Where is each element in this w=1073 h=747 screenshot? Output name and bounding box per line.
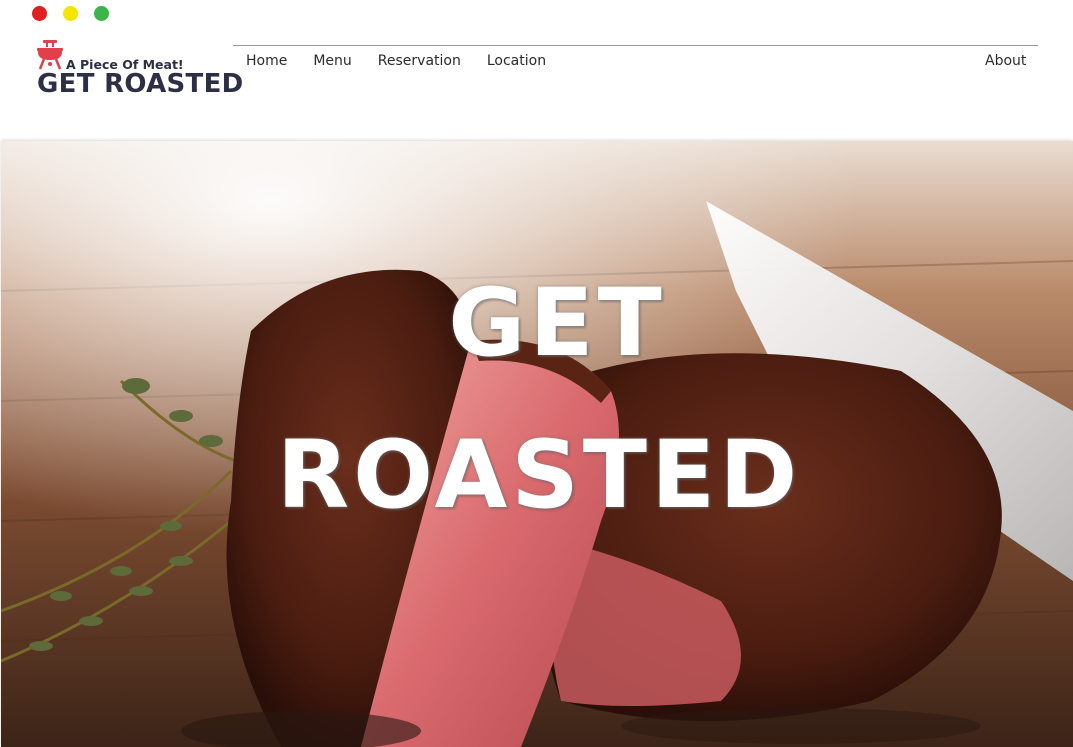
nav-about-link[interactable]: About [985, 53, 1026, 69]
hero-title-line1: GET [448, 269, 666, 378]
app-window: A Piece Of Meat! GET ROASTED Home Menu R… [0, 0, 1073, 747]
nav-divider [233, 45, 1038, 46]
grill-icon [37, 40, 63, 70]
nav-reservation-link[interactable]: Reservation [378, 53, 461, 69]
nav-menu-link[interactable]: Menu [313, 53, 351, 69]
nav-location-link[interactable]: Location [487, 53, 546, 69]
nav-home-link[interactable]: Home [246, 53, 287, 69]
site-logo[interactable]: A Piece Of Meat! GET ROASTED [37, 40, 243, 100]
hero-banner: GET ROASTED [1, 141, 1073, 747]
main-nav: Home Menu Reservation Location [246, 53, 572, 69]
hero-title-line2: ROASTED [276, 421, 802, 530]
brand-name: GET ROASTED [37, 69, 244, 99]
site-header: A Piece Of Meat! GET ROASTED Home Menu R… [0, 0, 1073, 140]
